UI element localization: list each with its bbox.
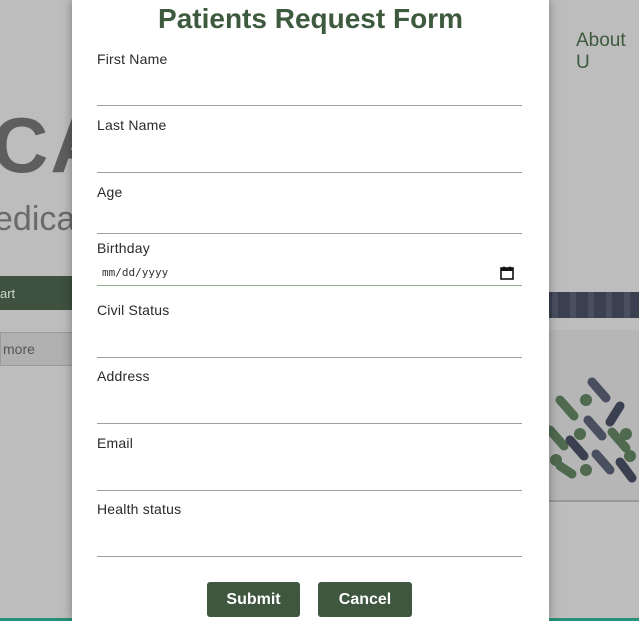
address-field[interactable]: Address <box>97 368 522 424</box>
hero-primary-button: art <box>0 276 80 310</box>
last-name-input[interactable] <box>97 172 522 173</box>
nav-link-about: About U <box>576 30 626 73</box>
address-label: Address <box>97 368 150 384</box>
civil-status-field[interactable]: Civil Status <box>97 302 522 358</box>
first-name-input[interactable] <box>97 105 522 106</box>
first-name-label: First Name <box>97 51 168 67</box>
submit-button[interactable]: Submit <box>207 582 300 617</box>
hero-primary-button-label: art <box>0 285 16 301</box>
hero-subheading: edical <box>0 200 83 238</box>
civil-status-input[interactable] <box>97 357 522 358</box>
hero-secondary-button-label: more <box>3 341 35 357</box>
email-label: Email <box>97 435 134 451</box>
birthday-field[interactable]: Birthday mm/dd/yyyy <box>97 240 522 295</box>
patients-request-modal: Patients Request Form First Name Last Na… <box>72 0 549 621</box>
age-input[interactable] <box>97 233 522 234</box>
modal-title: Patients Request Form <box>158 3 463 34</box>
health-status-label: Health status <box>97 501 182 517</box>
cancel-button[interactable]: Cancel <box>318 582 412 617</box>
calendar-icon[interactable] <box>500 266 514 280</box>
birthday-date-input[interactable]: mm/dd/yyyy <box>97 262 522 286</box>
last-name-label: Last Name <box>97 117 167 133</box>
age-label: Age <box>97 184 123 200</box>
last-name-field[interactable]: Last Name <box>97 117 522 173</box>
birthday-label: Birthday <box>97 240 150 256</box>
address-input[interactable] <box>97 423 522 424</box>
email-input[interactable] <box>97 490 522 491</box>
birthday-placeholder: mm/dd/yyyy <box>102 266 169 279</box>
first-name-field[interactable]: First Name <box>97 51 522 107</box>
health-status-input[interactable] <box>97 556 522 557</box>
health-status-field[interactable]: Health status <box>97 501 522 557</box>
decorative-stripe <box>540 292 639 318</box>
hero-secondary-button: more <box>0 332 78 366</box>
civil-status-label: Civil Status <box>97 302 170 318</box>
email-field[interactable]: Email <box>97 435 522 491</box>
pills-illustration <box>545 377 637 483</box>
age-field[interactable]: Age <box>97 184 522 234</box>
